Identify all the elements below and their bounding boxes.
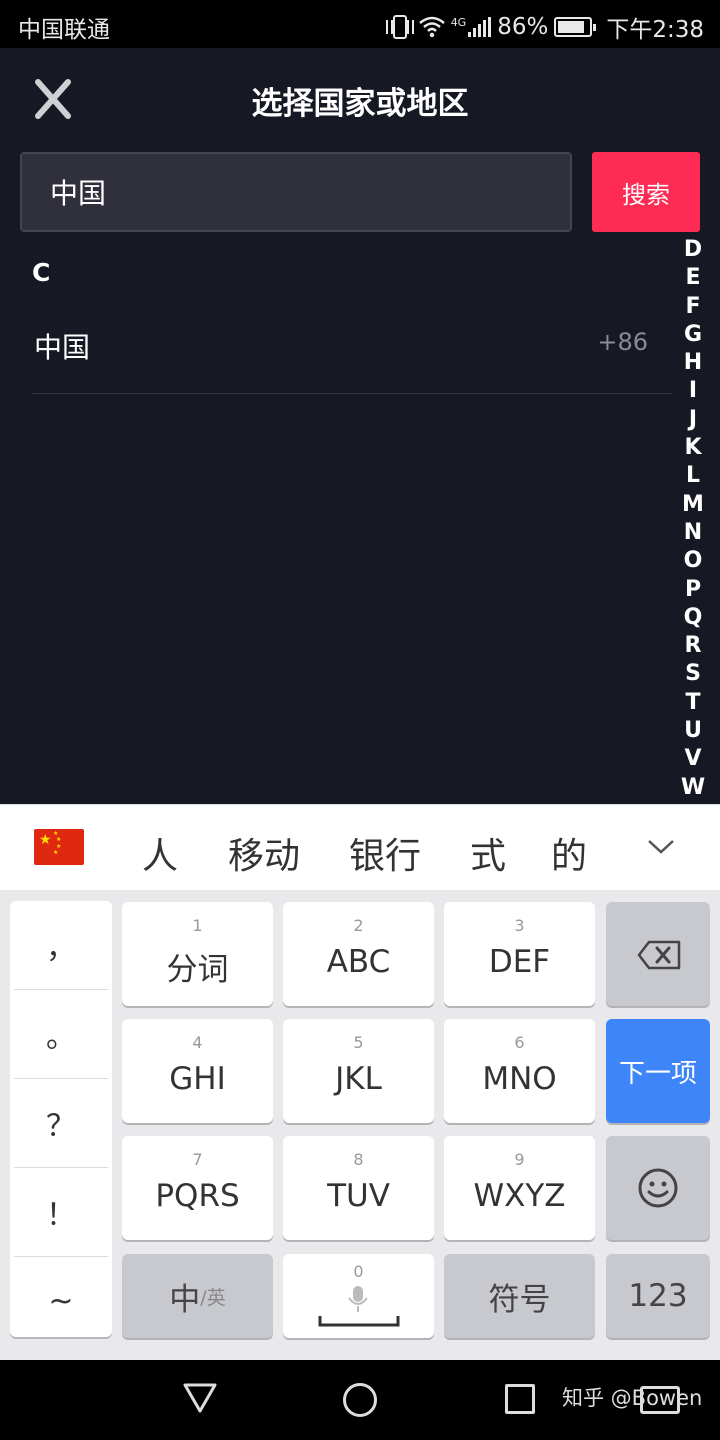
index-letter[interactable]: P	[680, 576, 706, 604]
index-letter[interactable]: H	[680, 349, 706, 377]
keyboard: ， 。 ？ ！ ~ 1 分词 2 ABC 3 DEF 4 GHI 5 JKL 6…	[0, 890, 720, 1360]
index-letter[interactable]: L	[680, 462, 706, 490]
network-type: 4G	[450, 15, 467, 29]
ime-candidate-bar: ★ ★ ★ ★ ★ 人 移动 银行 式 的	[0, 804, 720, 890]
numbers-key[interactable]: 123	[606, 1254, 710, 1338]
backspace-key[interactable]	[606, 902, 710, 1006]
key-7[interactable]: 7 PQRS	[122, 1136, 273, 1240]
emoji-icon	[638, 1168, 678, 1208]
index-letter[interactable]: G	[680, 321, 706, 349]
backspace-icon	[637, 940, 681, 970]
watermark: 知乎 @Bowen	[562, 1386, 703, 1410]
chevron-down-icon[interactable]	[646, 837, 676, 857]
status-bar: 中国联通 4G 86% 下午2:38	[0, 0, 720, 48]
emoji-key[interactable]	[606, 1136, 710, 1240]
microphone-icon	[348, 1286, 368, 1312]
index-letter[interactable]: O	[680, 547, 706, 575]
recents-square-icon[interactable]	[505, 1384, 535, 1414]
punctuation-key[interactable]: ？	[14, 1079, 108, 1168]
punctuation-column: ， 。 ？ ！ ~	[10, 901, 112, 1337]
language-switch-key[interactable]: 中/英	[122, 1254, 273, 1338]
country-dial-code: +86	[597, 328, 648, 356]
index-letter[interactable]: J	[680, 406, 706, 434]
index-letter[interactable]: Q	[680, 604, 706, 632]
index-letter[interactable]: F	[680, 293, 706, 321]
battery-icon	[554, 17, 597, 37]
search-field[interactable]	[20, 152, 572, 232]
search-button[interactable]: 搜索	[592, 152, 700, 232]
candidate-word[interactable]: 式	[470, 827, 506, 879]
index-letter[interactable]: M	[680, 491, 706, 519]
space-bar-icon	[318, 1316, 400, 1327]
key-5[interactable]: 5 JKL	[283, 1019, 434, 1123]
index-letter[interactable]: D	[680, 236, 706, 264]
index-letter[interactable]: R	[680, 632, 706, 660]
index-letter[interactable]: S	[680, 660, 706, 688]
vibrate-icon	[385, 15, 414, 39]
index-letter[interactable]: I	[680, 377, 706, 405]
back-triangle-icon[interactable]	[182, 1382, 218, 1414]
punctuation-key[interactable]: 。	[14, 990, 108, 1079]
carrier-name: 中国联通	[18, 17, 110, 43]
index-letter[interactable]: E	[680, 264, 706, 292]
key-1[interactable]: 1 分词	[122, 902, 273, 1006]
index-letter[interactable]: V	[680, 745, 706, 773]
next-field-button[interactable]: 下一项	[606, 1019, 710, 1123]
search-input[interactable]	[50, 172, 550, 212]
china-flag-icon[interactable]: ★ ★ ★ ★ ★	[34, 829, 84, 865]
index-letter[interactable]: T	[680, 689, 706, 717]
index-letter[interactable]: N	[680, 519, 706, 547]
key-9[interactable]: 9 WXYZ	[444, 1136, 595, 1240]
home-circle-icon[interactable]	[343, 1383, 377, 1417]
alphabet-index[interactable]: D E F G H I J K L M N O P Q R S T U V W	[680, 236, 706, 802]
page-title: 选择国家或地区	[251, 86, 469, 122]
index-letter[interactable]: K	[680, 434, 706, 462]
candidate-word[interactable]: 移动	[228, 827, 300, 879]
candidate-word[interactable]: 的	[551, 827, 587, 879]
battery-percent: 86%	[497, 14, 549, 40]
index-letter[interactable]: W	[680, 774, 706, 802]
key-4[interactable]: 4 GHI	[122, 1019, 273, 1123]
country-name: 中国	[34, 331, 91, 364]
clock: 下午2:38	[606, 17, 704, 43]
candidate-word[interactable]: 人	[142, 827, 178, 879]
status-icons: 4G 86% 下午2:38	[385, 10, 704, 44]
punctuation-key[interactable]: ，	[14, 901, 108, 990]
punctuation-key[interactable]: ~	[14, 1257, 108, 1346]
punctuation-key[interactable]: ！	[14, 1168, 108, 1257]
key-8[interactable]: 8 TUV	[283, 1136, 434, 1240]
signal-icon	[468, 17, 492, 37]
candidate-word[interactable]: 银行	[349, 827, 421, 879]
index-letter[interactable]: U	[680, 717, 706, 745]
symbols-key[interactable]: 符号	[444, 1254, 595, 1338]
section-header: C	[32, 258, 51, 287]
wifi-icon	[418, 16, 445, 38]
key-2[interactable]: 2 ABC	[283, 902, 434, 1006]
list-item[interactable]: 中国 +86	[32, 310, 672, 394]
key-3[interactable]: 3 DEF	[444, 902, 595, 1006]
space-key[interactable]: 0	[283, 1254, 434, 1338]
navigation-bar: 知乎 @Bowen	[0, 1360, 720, 1440]
key-6[interactable]: 6 MNO	[444, 1019, 595, 1123]
